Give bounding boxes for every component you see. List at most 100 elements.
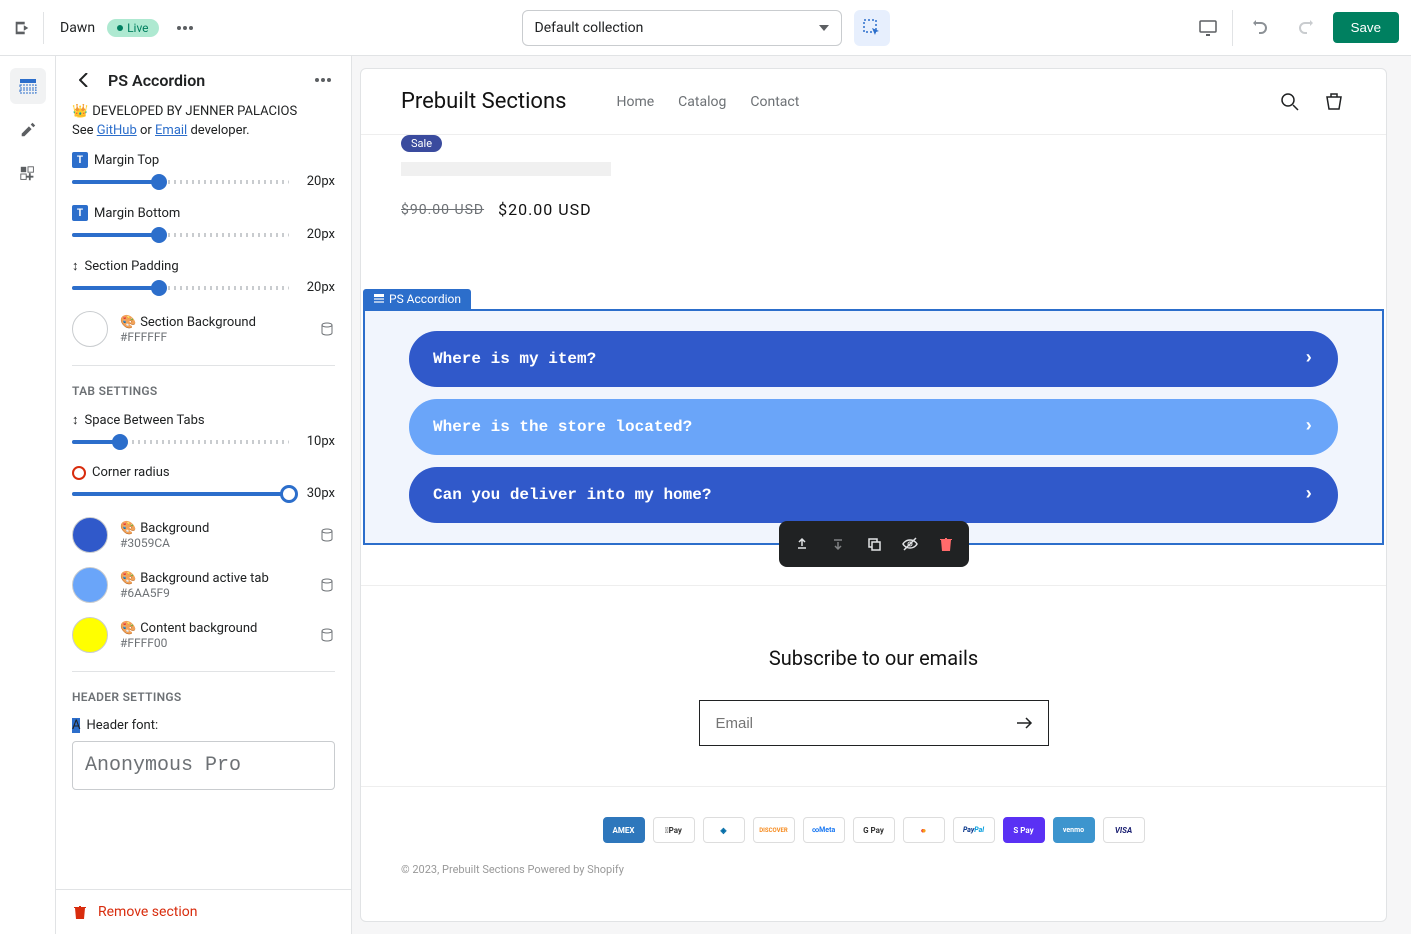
- delete-button[interactable]: [929, 527, 963, 561]
- trash-icon: [72, 904, 88, 920]
- tab-active-bg-hex: #6AA5F9: [120, 586, 307, 600]
- remove-section-button[interactable]: Remove section: [56, 889, 351, 934]
- chevron-left-icon: [79, 73, 89, 87]
- accordion-section[interactable]: PS Accordion Where is my item? › Where i…: [363, 309, 1384, 545]
- main: PS Accordion 👑 DEVELOPED BY JENNER PALAC…: [0, 56, 1411, 934]
- preview-scroll[interactable]: Prebuilt Sections Home Catalog Contact S…: [360, 68, 1387, 922]
- cart-button[interactable]: [1322, 90, 1346, 114]
- store-title[interactable]: Prebuilt Sections: [401, 89, 566, 114]
- dev-note: 👑 DEVELOPED BY JENNER PALACIOS: [72, 104, 335, 119]
- tab-bg-swatch[interactable]: [72, 517, 108, 553]
- more-icon: [315, 78, 331, 82]
- device-button[interactable]: [1197, 10, 1233, 46]
- chevron-down-icon: [819, 25, 829, 31]
- space-tabs-label-row: ↕Space Between Tabs: [72, 412, 335, 428]
- dynamic-source-icon[interactable]: [319, 627, 335, 643]
- undo-button[interactable]: [1245, 12, 1277, 44]
- margin-bottom-icon: T: [72, 205, 88, 221]
- section-padding-slider[interactable]: [72, 286, 289, 290]
- sidebar-scroll[interactable]: 👑 DEVELOPED BY JENNER PALACIOS See GitHu…: [56, 104, 351, 889]
- dev-end: developer.: [187, 123, 249, 138]
- email-box: [699, 700, 1049, 746]
- preview-wrap: Prebuilt Sections Home Catalog Contact S…: [352, 56, 1411, 934]
- font-icon: A: [72, 718, 80, 733]
- product-area: Sale $90.00 USD $20.00 USD: [361, 135, 1386, 249]
- new-price: $20.00 USD: [498, 200, 592, 219]
- setting-tab-bg: 🎨 Background #3059CA: [72, 517, 335, 553]
- chevron-right-icon: ›: [1303, 417, 1314, 437]
- rail-apps-button[interactable]: [10, 156, 46, 192]
- email-link[interactable]: Email: [155, 123, 187, 138]
- accordion-item-2[interactable]: Where is the store located? ›: [409, 399, 1338, 455]
- hide-icon: [901, 535, 919, 553]
- header-font-label: Header font:: [86, 718, 158, 733]
- move-up-button[interactable]: [785, 527, 819, 561]
- sidebar-more-button[interactable]: [311, 68, 335, 92]
- dynamic-source-icon[interactable]: [319, 577, 335, 593]
- footer-powered: Powered by Shopify: [525, 863, 624, 876]
- duplicate-icon: [866, 536, 882, 552]
- content-bg-label: Content background: [140, 621, 257, 636]
- arrow-right-icon: [1016, 716, 1034, 730]
- section-padding-label: Section Padding: [85, 259, 179, 274]
- redo-button[interactable]: [1289, 12, 1321, 44]
- corner-radius-slider[interactable]: [72, 492, 289, 496]
- nav-home[interactable]: Home: [616, 94, 654, 110]
- live-badge: Live: [107, 19, 158, 37]
- tab-active-bg-swatch[interactable]: [72, 567, 108, 603]
- apps-icon: [19, 165, 37, 183]
- sidebar-header: PS Accordion: [56, 56, 351, 104]
- content-bg-hex: #FFFF00: [120, 636, 307, 650]
- margin-bottom-slider[interactable]: [72, 233, 289, 237]
- pay-mastercard: ●●: [903, 817, 945, 843]
- more-button[interactable]: [171, 14, 199, 42]
- accordion-item-1[interactable]: Where is my item? ›: [409, 331, 1338, 387]
- hide-button[interactable]: [893, 527, 927, 561]
- section-icon: [373, 293, 385, 305]
- live-badge-text: Live: [127, 21, 148, 35]
- desktop-icon: [1198, 19, 1218, 37]
- sale-badge: Sale: [401, 135, 442, 152]
- back-button[interactable]: [72, 68, 96, 92]
- payment-row: AMEX Pay ◈ DISCOVER ∞Meta G Pay ●● PayP…: [361, 786, 1386, 853]
- subscribe-button[interactable]: [1002, 716, 1048, 730]
- pay-shop: S Pay: [1003, 817, 1045, 843]
- accordion-tag: PS Accordion: [363, 289, 471, 309]
- content-bg-info: 🎨 Content background #FFFF00: [120, 621, 307, 650]
- margin-top-icon: T: [72, 152, 88, 168]
- dev-or: or: [137, 123, 155, 138]
- dynamic-source-icon[interactable]: [319, 527, 335, 543]
- price-row: $90.00 USD $20.00 USD: [401, 200, 1346, 219]
- content-bg-swatch[interactable]: [72, 617, 108, 653]
- margin-top-slider[interactable]: [72, 180, 289, 184]
- margin-top-label-row: TMargin Top: [72, 152, 335, 168]
- radius-icon: [72, 466, 86, 480]
- margin-bottom-label-row: TMargin Bottom: [72, 205, 335, 221]
- paintbrush-icon: [19, 121, 37, 139]
- setting-margin-top: TMargin Top 20px: [72, 152, 335, 189]
- exit-button[interactable]: [12, 12, 44, 44]
- nav-catalog[interactable]: Catalog: [678, 94, 726, 110]
- github-link[interactable]: GitHub: [97, 123, 137, 138]
- section-bg-swatch[interactable]: [72, 311, 108, 347]
- setting-content-bg: 🎨 Content background #FFFF00: [72, 617, 335, 653]
- accordion-item-2-label: Where is the store located?: [433, 418, 692, 436]
- corner-radius-label: Corner radius: [92, 465, 170, 480]
- nav-contact[interactable]: Contact: [750, 94, 799, 110]
- move-down-button[interactable]: [821, 527, 855, 561]
- footer-store-link[interactable]: Prebuilt Sections: [442, 863, 525, 876]
- rail-theme-button[interactable]: [10, 112, 46, 148]
- save-button[interactable]: Save: [1333, 12, 1399, 43]
- rail-sections-button[interactable]: [10, 68, 46, 104]
- pay-venmo: venmo: [1053, 817, 1095, 843]
- header-font-box[interactable]: Anonymous Pro: [72, 741, 335, 790]
- page-select[interactable]: Default collection: [522, 10, 842, 46]
- dynamic-source-icon[interactable]: [319, 321, 335, 337]
- topbar-center: Default collection: [522, 10, 890, 46]
- accordion-item-3[interactable]: Can you deliver into my home? ›: [409, 467, 1338, 523]
- search-button[interactable]: [1278, 90, 1302, 114]
- inspector-button[interactable]: [854, 10, 890, 46]
- email-input[interactable]: [700, 715, 1002, 732]
- space-tabs-slider[interactable]: [72, 440, 289, 444]
- duplicate-button[interactable]: [857, 527, 891, 561]
